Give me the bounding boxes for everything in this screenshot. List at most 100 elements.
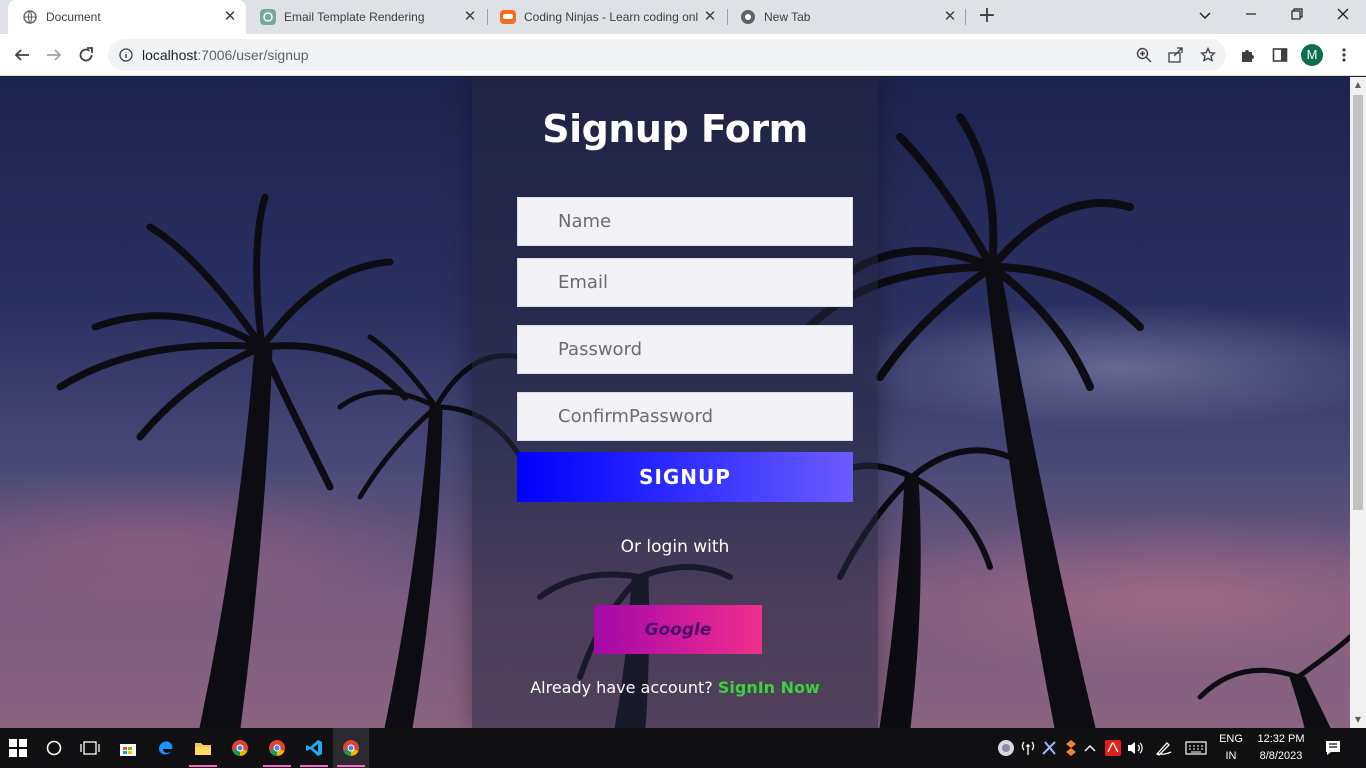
globe-icon — [22, 9, 38, 25]
scroll-down-arrow-icon[interactable]: ▼ — [1350, 712, 1366, 728]
reload-button[interactable] — [74, 43, 98, 67]
language-indicator-bottom[interactable]: IN — [1212, 750, 1250, 762]
show-hidden-icons-chevron[interactable] — [1080, 738, 1100, 758]
reload-icon — [79, 47, 93, 62]
url-host: localhost — [142, 47, 198, 63]
clock-date[interactable]: 8/8/2023 — [1250, 750, 1312, 762]
tab-title: Email Template Rendering — [284, 10, 425, 24]
form-title: Signup Form — [542, 107, 808, 151]
notification-center-icon[interactable] — [1323, 738, 1343, 758]
browser-toolbar: localhost:7006/user/signup M — [0, 34, 1366, 76]
hotspot-icon[interactable] — [1018, 738, 1038, 758]
close-tab-icon[interactable]: ✕ — [462, 9, 478, 25]
extensions-button[interactable] — [1236, 43, 1260, 67]
edge-app[interactable] — [148, 728, 184, 768]
chrome-icon — [343, 740, 359, 757]
store-app[interactable] — [110, 728, 146, 768]
menu-button[interactable] — [1332, 43, 1356, 67]
tab-new-tab[interactable]: New Tab ✕ — [726, 0, 966, 34]
zoom-icon[interactable] — [1132, 43, 1156, 67]
folder-icon — [195, 743, 211, 755]
tab-search-button[interactable] — [1193, 5, 1217, 27]
signup-button[interactable]: SIGNUP — [517, 452, 853, 502]
restore-button[interactable] — [1285, 5, 1309, 27]
start-button[interactable] — [0, 728, 36, 768]
name-input[interactable] — [517, 197, 853, 246]
active-indicator — [300, 765, 328, 767]
bookmark-star-icon[interactable] — [1196, 43, 1220, 67]
scroll-thumb[interactable] — [1353, 95, 1363, 510]
openai-icon — [260, 9, 276, 25]
google-login-button[interactable]: Google — [594, 605, 762, 654]
windows-logo-icon — [9, 739, 27, 757]
active-indicator — [337, 765, 365, 767]
tab-coding-ninjas[interactable]: Coding Ninjas - Learn coding onl ✕ — [486, 0, 726, 34]
or-login-with-text: Or login with — [620, 537, 730, 557]
minimize-button[interactable] — [1239, 5, 1263, 27]
vscode-app[interactable] — [296, 728, 332, 768]
edge-icon — [159, 741, 173, 755]
tab-title: Coding Ninjas - Learn coding onl — [524, 10, 699, 24]
close-window-button[interactable] — [1331, 5, 1355, 27]
close-tab-icon[interactable]: ✕ — [702, 9, 718, 25]
back-button[interactable] — [10, 43, 34, 67]
active-indicator — [263, 765, 291, 767]
side-panel-button[interactable] — [1268, 43, 1292, 67]
tab-email-template[interactable]: Email Template Rendering ✕ — [246, 0, 486, 34]
vscode-icon — [306, 740, 322, 756]
email-input[interactable] — [517, 258, 853, 307]
search-button[interactable] — [36, 728, 72, 768]
chrome-app[interactable] — [222, 728, 258, 768]
chrome-app-2[interactable] — [259, 728, 295, 768]
chrome-icon — [232, 740, 248, 757]
volume-icon[interactable] — [1126, 738, 1146, 758]
close-tab-icon[interactable]: ✕ — [942, 9, 958, 25]
tab-title: Document — [46, 10, 101, 24]
close-tab-icon[interactable]: ✕ — [222, 9, 238, 25]
language-indicator-top[interactable]: ENG — [1212, 733, 1250, 745]
pen-tray-icon[interactable] — [1154, 738, 1174, 758]
tools-tray-icon[interactable] — [1040, 738, 1060, 758]
password-input[interactable] — [517, 325, 853, 374]
side-panel-icon — [1272, 48, 1288, 62]
signin-now-link[interactable]: SignIn Now — [718, 678, 820, 697]
windows-taskbar: ENG IN 12:32 PM 8/8/2023 — [0, 728, 1366, 768]
profile-avatar[interactable]: M — [1301, 44, 1323, 66]
coding-ninjas-icon — [500, 9, 516, 25]
url-text[interactable]: localhost:7006/user/signup — [142, 39, 309, 71]
task-view-icon — [80, 741, 100, 755]
tab-strip: Document ✕ Email Template Rendering ✕ Co… — [0, 0, 1366, 34]
forward-button[interactable] — [42, 43, 66, 67]
url-path: :7006/user/signup — [197, 47, 309, 63]
file-explorer-app[interactable] — [185, 728, 221, 768]
app-tray-icon[interactable] — [1061, 738, 1081, 758]
confirm-password-input[interactable] — [517, 392, 853, 441]
task-view-button[interactable] — [72, 728, 108, 768]
chrome-app-active[interactable] — [333, 728, 369, 768]
signup-page: Signup Form SIGNUP Or login with Google … — [0, 77, 1350, 728]
cortana-circle-icon — [46, 740, 62, 756]
already-have-account-text: Already have account? — [530, 678, 713, 697]
ball-tray-icon[interactable] — [996, 738, 1016, 758]
share-icon[interactable] — [1164, 43, 1188, 67]
store-icon — [120, 744, 136, 756]
chrome-icon — [740, 9, 756, 25]
forward-arrow-icon — [47, 49, 62, 61]
signup-form: Signup Form SIGNUP Or login with Google … — [472, 77, 878, 728]
site-info-icon[interactable] — [114, 43, 138, 67]
clock-time[interactable]: 12:32 PM — [1250, 733, 1312, 745]
tab-document[interactable]: Document ✕ — [8, 0, 246, 34]
signin-prompt: Already have account? SignIn Now — [472, 678, 878, 697]
chrome-icon — [269, 740, 285, 757]
active-indicator — [189, 765, 217, 767]
page-scrollbar[interactable]: ▲ ▼ — [1350, 77, 1366, 728]
tab-title: New Tab — [764, 10, 811, 24]
acrobat-tray-icon[interactable] — [1103, 738, 1123, 758]
tab-separator — [965, 9, 966, 25]
keyboard-icon[interactable] — [1184, 738, 1208, 758]
address-bar[interactable]: localhost:7006/user/signup — [108, 39, 1226, 71]
back-arrow-icon — [14, 49, 29, 61]
scroll-up-arrow-icon[interactable]: ▲ — [1350, 77, 1366, 93]
puzzle-icon — [1242, 50, 1254, 62]
new-tab-button[interactable]: + — [976, 5, 998, 28]
